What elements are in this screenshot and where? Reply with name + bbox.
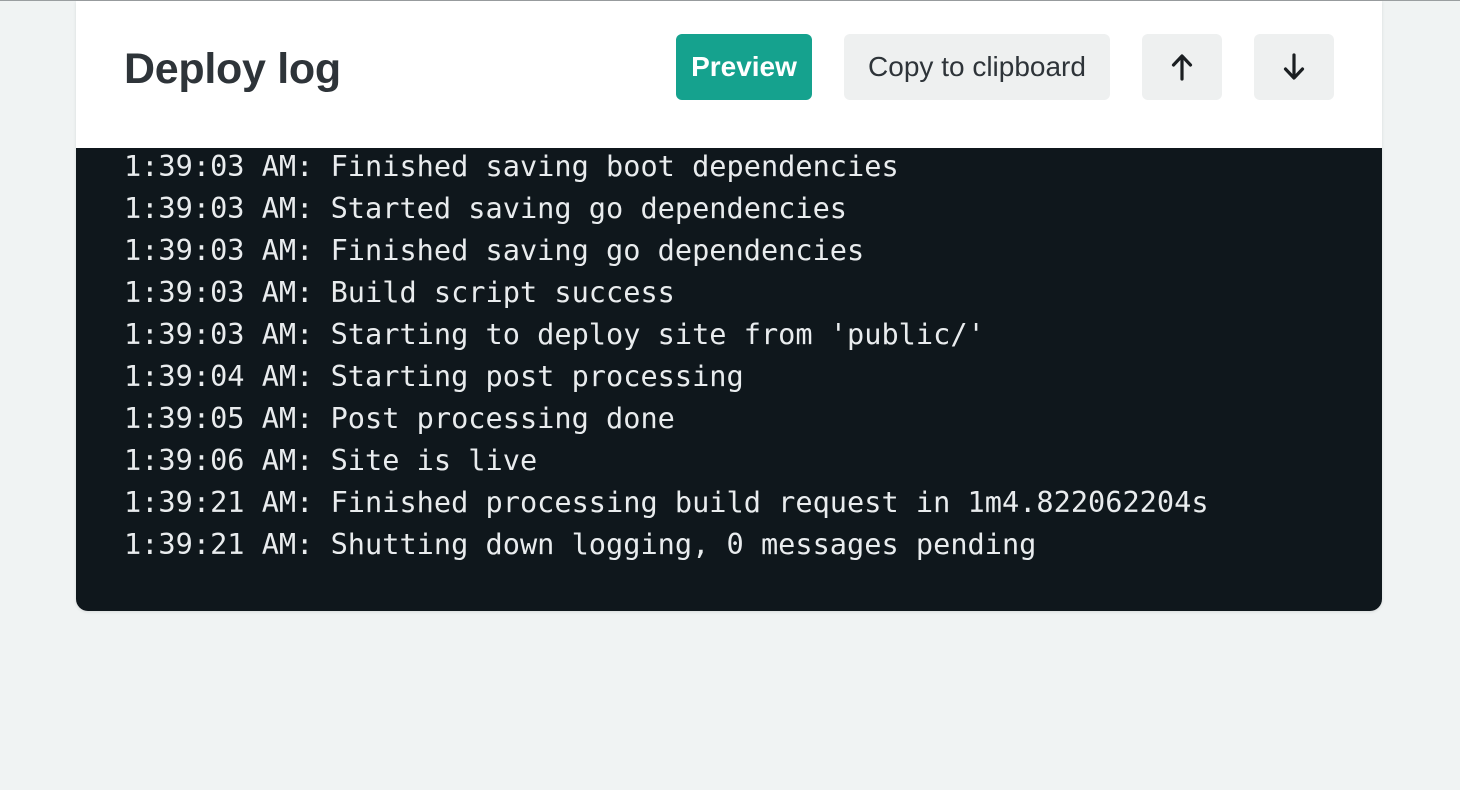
preview-button[interactable]: Preview <box>676 34 812 100</box>
copy-to-clipboard-button[interactable]: Copy to clipboard <box>844 34 1110 100</box>
deploy-log-header: Deploy log Preview Copy to clipboard <box>76 1 1382 148</box>
log-line: 1:39:21 AM: Finished processing build re… <box>124 485 1209 519</box>
log-line: 1:39:03 AM: Finished saving go dependenc… <box>124 233 865 267</box>
log-lines: 1:39:03 AM: Finished saving boot depende… <box>124 148 1209 565</box>
log-line: 1:39:06 AM: Site is live <box>124 443 538 477</box>
log-line: 1:39:04 AM: Starting post processing <box>124 359 744 393</box>
scroll-down-button[interactable] <box>1254 34 1334 100</box>
page-title: Deploy log <box>124 45 341 93</box>
deploy-log-card: Deploy log Preview Copy to clipboard 1:3… <box>76 1 1382 611</box>
log-line: 1:39:21 AM: Shutting down logging, 0 mes… <box>124 527 1037 561</box>
scroll-up-button[interactable] <box>1142 34 1222 100</box>
arrow-up-icon <box>1171 53 1193 81</box>
log-line: 1:39:05 AM: Post processing done <box>124 401 675 435</box>
log-line: 1:39:03 AM: Started saving go dependenci… <box>124 191 848 225</box>
log-output[interactable]: 1:39:03 AM: Finished saving boot depende… <box>76 148 1382 611</box>
log-line: 1:39:03 AM: Finished saving boot depende… <box>124 149 899 183</box>
arrow-down-icon <box>1283 53 1305 81</box>
log-line: 1:39:03 AM: Build script success <box>124 275 675 309</box>
log-line: 1:39:03 AM: Starting to deploy site from… <box>124 317 985 351</box>
